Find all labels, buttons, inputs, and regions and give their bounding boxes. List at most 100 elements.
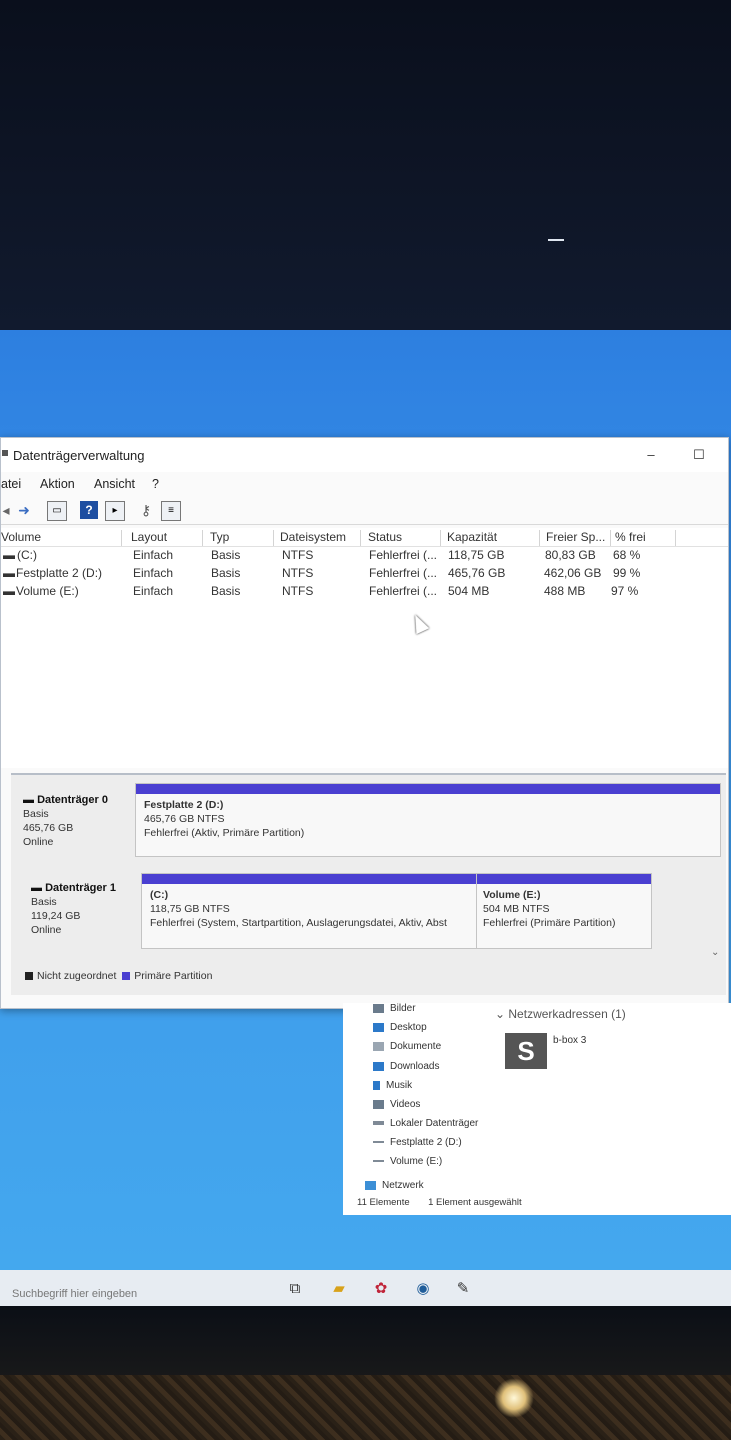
app-icon-red[interactable]: ✿ [372, 1280, 390, 1298]
music-icon [373, 1080, 380, 1090]
videos-icon [373, 1099, 384, 1109]
nav-festplatte-d[interactable]: Festplatte 2 (D:) [373, 1137, 462, 1148]
nav-label: Desktop [390, 1022, 427, 1033]
volume-prozent: 99 % [613, 566, 641, 580]
nav-volume-e[interactable]: Volume (E:) [373, 1156, 442, 1167]
volume-prozent: 97 % [611, 584, 639, 598]
nav-videos[interactable]: Videos [373, 1099, 420, 1110]
network-header-text: Netzwerkadressen (1) [508, 1007, 626, 1021]
volume-row[interactable]: ▬ (C:) Einfach Basis NTFS Fehlerfrei (..… [1, 548, 728, 566]
volume-kapazitaet: 504 MB [448, 584, 490, 598]
volume-layout: Einfach [133, 548, 174, 562]
toolbar: ◂ ➜ ▭ ? ▸ ⚷ ≡ [1, 498, 728, 525]
file-explorer-icon[interactable]: ▰ [330, 1280, 348, 1298]
key-icon[interactable]: ⚷ [137, 501, 155, 519]
partition-size: 118,75 GB NTFS [150, 903, 230, 915]
desk-surface [0, 1375, 731, 1440]
maximize-button[interactable]: ☐ [687, 444, 711, 466]
unallocated-swatch [25, 972, 33, 981]
column-layout[interactable]: Layout [127, 530, 203, 546]
volume-name: Festplatte 2 (D:) [16, 566, 103, 580]
partition-status: Fehlerfrei (Aktiv, Primäre Partition) [144, 827, 305, 839]
back-icon[interactable]: ◂ [0, 501, 15, 519]
app-icon-dark[interactable]: ✎ [454, 1280, 472, 1298]
help-icon[interactable]: ? [80, 501, 98, 519]
column-dateisystem[interactable]: Dateisystem [276, 530, 361, 546]
partition-d[interactable]: Festplatte 2 (D:) 465,76 GB NTFS Fehlerf… [135, 783, 721, 857]
legend-primary: Primäre Partition [134, 970, 213, 982]
column-typ[interactable]: Typ [206, 530, 274, 546]
partition-status: Fehlerfrei (System, Startpartition, Ausl… [150, 917, 447, 929]
column-status[interactable]: Status [364, 530, 441, 546]
partition-c[interactable]: (C:) 118,75 GB NTFS Fehlerfrei (System, … [141, 873, 477, 949]
desktop-icon [373, 1022, 384, 1032]
volume-row[interactable]: ▬ Festplatte 2 (D:) Einfach Basis NTFS F… [1, 566, 728, 584]
menu-datei[interactable]: atei [1, 477, 21, 491]
monitor-bezel-top [0, 0, 731, 330]
volume-layout: Einfach [133, 566, 174, 580]
nav-lokaler-datentraeger[interactable]: Lokaler Datenträger [373, 1118, 478, 1129]
console-icon[interactable]: ≡ [161, 501, 181, 521]
drive-icon [373, 1121, 384, 1126]
column-volume[interactable]: Volume [0, 530, 122, 546]
taskbar-search-input[interactable]: Suchbegriff hier eingeben [12, 1288, 137, 1300]
column-freier-speicher[interactable]: Freier Sp... [542, 530, 611, 546]
primary-partition-bar [136, 784, 720, 794]
volume-typ: Basis [211, 548, 241, 562]
nav-dokumente[interactable]: Dokumente [373, 1041, 441, 1052]
nav-desktop[interactable]: Desktop [373, 1022, 427, 1033]
nav-label: Musik [386, 1080, 413, 1091]
nav-label: Volume (E:) [390, 1156, 443, 1167]
menu-ansicht[interactable]: Ansicht [94, 477, 135, 491]
status-bar: 11 Elemente 1 Element ausgewählt [357, 1197, 522, 1208]
nav-musik[interactable]: Musik [373, 1080, 412, 1091]
column-prozent-frei[interactable]: % frei [611, 530, 676, 546]
legend-unallocated: Nicht zugeordnet [37, 970, 117, 982]
disk-graphical-view: ▬ Datenträger 0 Basis 465,76 GB Online F… [11, 773, 726, 995]
disk-0-label[interactable]: ▬ Datenträger 0 Basis 465,76 GB Online [23, 793, 108, 849]
disk-0-state: Online [23, 836, 54, 848]
disk-1-name: Datenträger 1 [45, 882, 116, 894]
volume-drive-icon: ▬ [3, 584, 15, 598]
volume-name: Volume (E:) [16, 584, 79, 598]
scroll-down-arrow[interactable]: ⌄ [711, 947, 719, 958]
disk-0-size: 465,76 GB [23, 822, 74, 834]
volume-typ: Basis [211, 566, 241, 580]
network-group-header[interactable]: ⌄ Netzwerkadressen (1) [495, 1007, 626, 1021]
column-kapazitaet[interactable]: Kapazität [443, 530, 540, 546]
nav-label: Netzwerk [382, 1180, 424, 1191]
volume-status: Fehlerfrei (... [369, 548, 438, 562]
panel-icon[interactable]: ▸ [105, 501, 125, 521]
volume-dateisystem: NTFS [282, 548, 314, 562]
partition-name: Volume (E:) [483, 889, 541, 901]
steam-icon[interactable]: ◉ [414, 1280, 432, 1298]
network-device-icon[interactable]: S [505, 1033, 547, 1069]
partition-legend: Nicht zugeordnet Primäre Partition [25, 970, 212, 982]
task-view-icon[interactable]: ⧉ [286, 1280, 304, 1298]
forward-icon[interactable]: ➜ [15, 501, 33, 519]
nav-label: Downloads [390, 1061, 440, 1072]
volume-frei: 462,06 GB [544, 566, 602, 580]
properties-icon[interactable]: ▭ [47, 501, 67, 521]
nav-bilder[interactable]: Bilder [373, 1003, 416, 1014]
status-item-count: 11 Elemente [357, 1197, 410, 1208]
volume-dateisystem: NTFS [282, 566, 314, 580]
status-selection: 1 Element ausgewählt [428, 1197, 522, 1208]
volume-kapazitaet: 465,76 GB [448, 566, 506, 580]
disk-1-size: 119,24 GB [31, 910, 81, 922]
bezel-mark [548, 239, 564, 241]
partition-e[interactable]: Volume (E:) 504 MB NTFS Fehlerfrei (Prim… [476, 873, 652, 949]
menu-aktion[interactable]: Aktion [40, 477, 75, 491]
window-title: Datenträgerverwaltung [13, 448, 145, 463]
volume-drive-icon: ▬ [3, 548, 15, 562]
network-device-name[interactable]: b-box 3 [553, 1035, 586, 1046]
nav-downloads[interactable]: Downloads [373, 1061, 439, 1072]
volume-row[interactable]: ▬ Volume (E:) Einfach Basis NTFS Fehlerf… [1, 584, 728, 602]
title-bar[interactable]: Datenträgerverwaltung – ☐ [1, 438, 728, 472]
menu-help[interactable]: ? [152, 477, 159, 491]
nav-netzwerk[interactable]: Netzwerk [365, 1180, 424, 1191]
primary-partition-bar [477, 874, 651, 884]
minimize-button[interactable]: – [639, 444, 663, 466]
disk-1-type: Basis [31, 896, 57, 908]
disk-1-label[interactable]: ▬ Datenträger 1 Basis 119,24 GB Online [31, 881, 116, 937]
